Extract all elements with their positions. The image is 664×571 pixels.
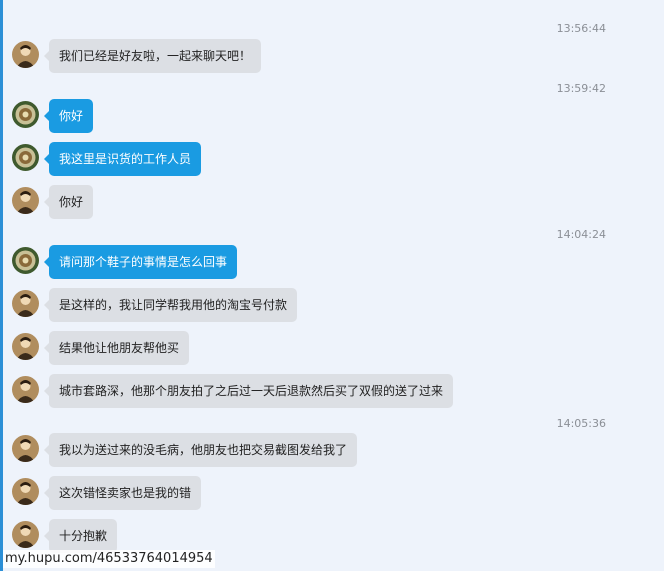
message-text: 你好: [59, 109, 84, 123]
user-avatar-icon[interactable]: [12, 376, 39, 403]
message-text: 十分抱歉: [59, 529, 108, 543]
user-avatar-icon[interactable]: [12, 333, 39, 360]
message-bubble: 是这样的，我让同学帮我用他的淘宝号付款: [43, 288, 298, 322]
user-avatar-icon[interactable]: [12, 187, 39, 214]
message-bubble: 我这里是识货的工作人员: [43, 142, 202, 176]
message-bubble: 十分抱歉: [43, 519, 118, 553]
message-bubble: 请问那个鞋子的事情是怎么回事: [43, 245, 238, 279]
message-text: 是这样的，我让同学帮我用他的淘宝号付款: [59, 298, 288, 312]
message-bubble: 你好: [43, 185, 94, 219]
user-avatar-icon[interactable]: [12, 521, 39, 548]
message-bubble: 结果他让他朋友帮他买: [43, 331, 190, 365]
message-bubble: 你好: [43, 99, 94, 133]
message-text: 我这里是识货的工作人员: [59, 152, 192, 166]
message-text: 结果他让他朋友帮他买: [59, 341, 180, 355]
message-bubble: 我们已经是好友啦，一起来聊天吧！: [43, 39, 262, 73]
timestamp: 13:59:42: [556, 82, 606, 95]
staff-avatar-icon[interactable]: [12, 101, 39, 128]
user-avatar-icon[interactable]: [12, 41, 39, 68]
message-bubble: 这次错怪卖家也是我的错: [43, 476, 202, 510]
window-left-edge: [0, 0, 3, 571]
staff-avatar-icon[interactable]: [12, 144, 39, 171]
message-bubble: 城市套路深，他那个朋友拍了之后过一天后退款然后买了双假的送了过来: [43, 374, 454, 408]
timestamp: 13:56:44: [556, 22, 606, 35]
user-avatar-icon[interactable]: [12, 435, 39, 462]
message-text: 我们已经是好友啦，一起来聊天吧！: [59, 49, 252, 63]
message-text: 我以为送过来的没毛病，他朋友也把交易截图发给我了: [59, 443, 348, 457]
chat-window[interactable]: 13:56:44 我们已经是好友啦，一起来聊天吧！ 13:59:42 你好 我这…: [0, 0, 664, 571]
timestamp: 14:05:36: [556, 417, 606, 430]
message-text: 请问那个鞋子的事情是怎么回事: [59, 255, 228, 269]
user-avatar-icon[interactable]: [12, 478, 39, 505]
message-text: 你好: [59, 195, 84, 209]
user-avatar-icon[interactable]: [12, 290, 39, 317]
staff-avatar-icon[interactable]: [12, 247, 39, 274]
message-bubble: 我以为送过来的没毛病，他朋友也把交易截图发给我了: [43, 433, 358, 467]
message-text: 这次错怪卖家也是我的错: [59, 486, 192, 500]
message-text: 城市套路深，他那个朋友拍了之后过一天后退款然后买了双假的送了过来: [59, 384, 444, 398]
timestamp: 14:04:24: [556, 228, 606, 241]
watermark-url: my.hupu.com/46533764014954: [3, 550, 215, 568]
